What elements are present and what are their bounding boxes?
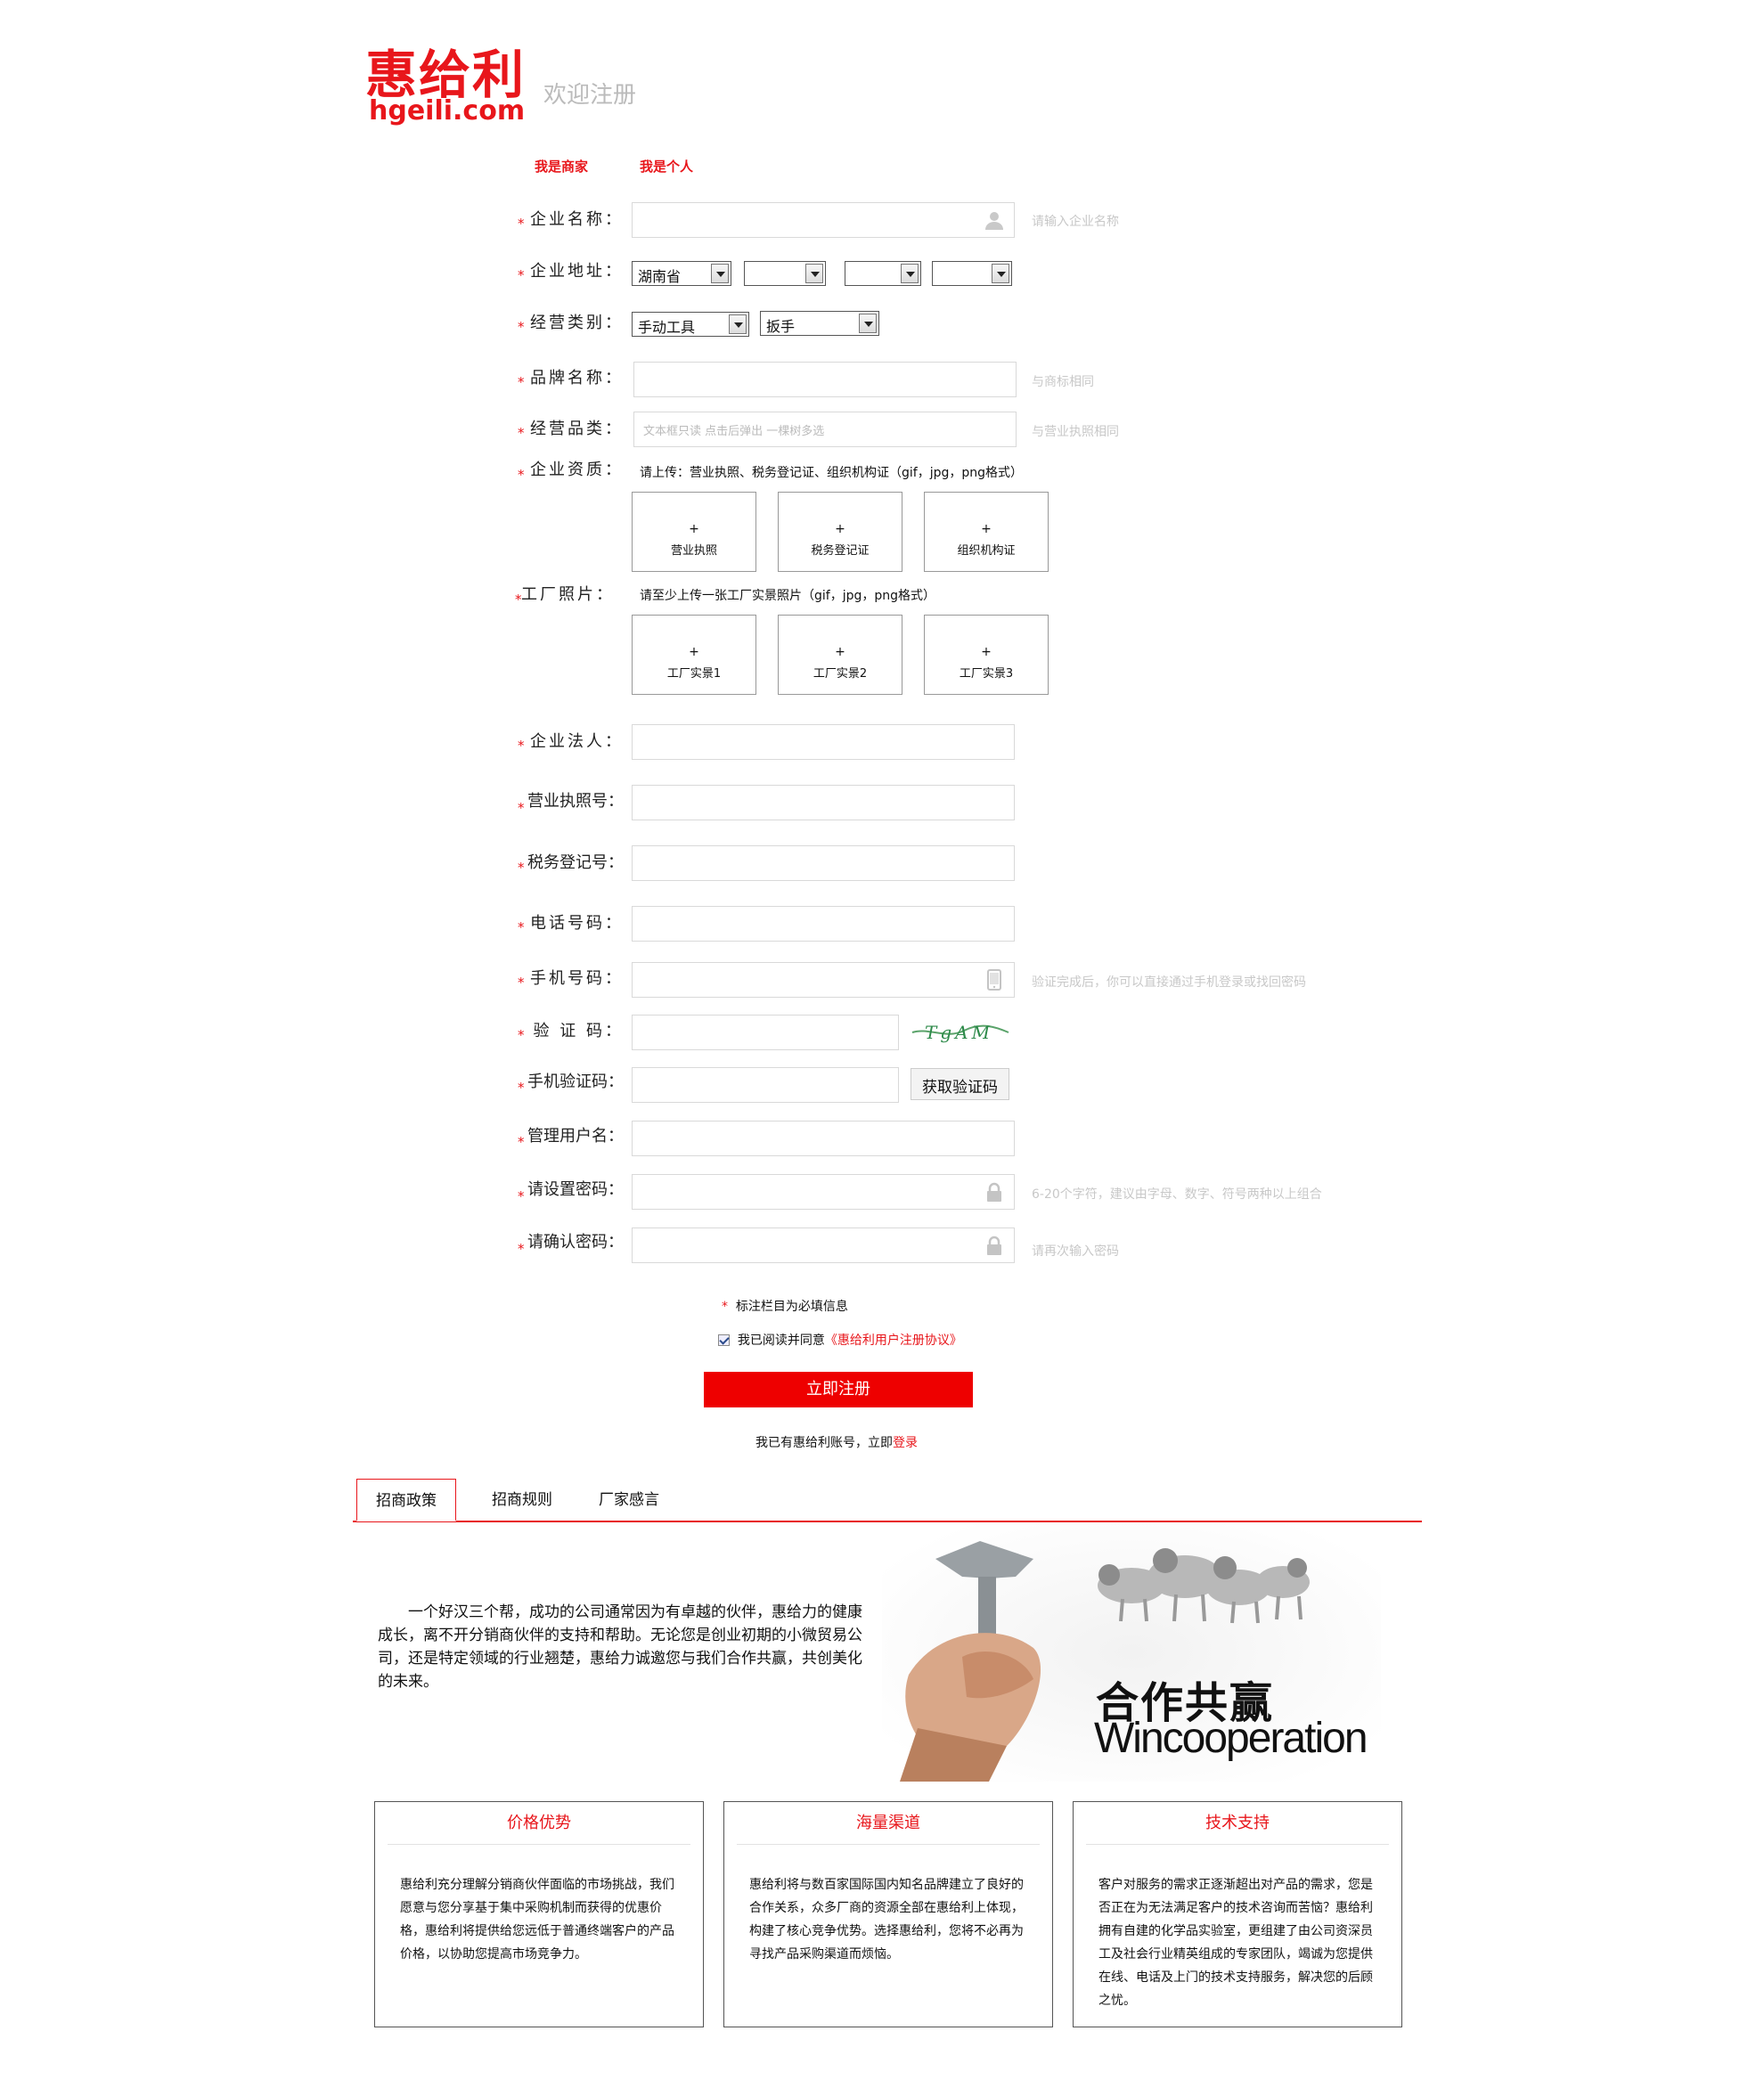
policy-intro: 一个好汉三个帮，成功的公司通常因为有卓越的伙伴，惠给力的健康成长，离不开分销商伙… [378, 1603, 862, 1691]
user-icon [985, 212, 1003, 230]
page-title: 欢迎注册 [543, 82, 637, 109]
upload-organization-code[interactable]: + 组织机构证 [924, 492, 1049, 572]
category-main-select[interactable]: 手动工具 [632, 312, 749, 337]
products-label: 经营品类： [530, 420, 624, 438]
mobile-phone-icon [987, 969, 1001, 991]
feature-title: 技术支持 [1086, 1802, 1389, 1845]
confirm-password-hint: 请再次输入密码 [1032, 1244, 1119, 1259]
required-note: * 标注栏目为必填信息 [722, 1300, 848, 1314]
company-name-label: 企业名称： [530, 210, 624, 229]
mobile-hint: 验证完成后，你可以直接通过手机登录或找回密码 [1032, 975, 1306, 990]
plus-icon: + [835, 522, 845, 536]
password-label: 请设置密码： [527, 1180, 624, 1199]
register-button[interactable]: 立即注册 [704, 1372, 973, 1407]
street-select[interactable] [932, 261, 1012, 286]
products-hint: 与营业执照相同 [1032, 425, 1119, 439]
feature-description: 惠给利充分理解分销商伙伴面临的市场挑战，我们愿意与您分享基于集中采购机制而获得的… [400, 1878, 674, 1962]
captcha-image[interactable]: TgAM [911, 1016, 1010, 1048]
province-select[interactable]: 湖南省 [632, 261, 731, 286]
plus-icon: + [689, 645, 699, 659]
captcha-text: TgAM [925, 1022, 993, 1043]
sms-code-label: 手机验证码： [527, 1073, 624, 1091]
category-label: 经营类别： [530, 314, 624, 332]
upload-factory-photo-1[interactable]: + 工厂实景1 [632, 615, 756, 695]
admin-user-label: 管理用户名： [527, 1127, 624, 1146]
agreement-row: 我已阅读并同意《惠给利用户注册协议》 [718, 1331, 962, 1349]
sms-code-input[interactable] [632, 1067, 899, 1103]
chevron-down-icon [901, 264, 919, 283]
chevron-down-icon [992, 264, 1009, 283]
tab-testimonials[interactable]: 厂家感言 [579, 1479, 679, 1521]
brand-label: 品牌名称： [530, 369, 624, 387]
upload-tax-certificate[interactable]: + 税务登记证 [778, 492, 902, 572]
brand-hint: 与商标相同 [1032, 375, 1094, 389]
company-name-input[interactable] [632, 202, 1015, 238]
category-sub-select[interactable]: 扳手 [760, 311, 879, 336]
login-prompt: 我已有惠给利账号，立即 [755, 1436, 893, 1450]
password-hint: 6-20个字符，建议由字母、数字、符号两种以上组合 [1032, 1187, 1322, 1202]
feature-channels: 海量渠道 惠给利将与数百家国际国内知名品牌建立了良好的合作关系，众多厂商的资源全… [723, 1801, 1053, 2027]
lock-icon [987, 1182, 1001, 1202]
upload-business-license[interactable]: + 营业执照 [632, 492, 756, 572]
address-label: 企业地址： [530, 262, 624, 281]
license-no-label: 营业执照号： [527, 792, 624, 811]
login-link[interactable]: 登录 [893, 1436, 918, 1450]
products-input[interactable]: 文本框只读 点击后弹出 一棵树多选 [633, 412, 1017, 447]
login-row: 我已有惠给利账号，立即登录 [755, 1433, 918, 1451]
confirm-password-input[interactable] [632, 1228, 1015, 1263]
upload-factory-photo-2[interactable]: + 工厂实景2 [778, 615, 902, 695]
agree-text: 我已阅读并同意 [737, 1334, 825, 1348]
phone-label: 电话号码： [530, 914, 624, 933]
logo-domain: hgeili.com [369, 95, 526, 126]
captcha-label: 验 证 码： [533, 1022, 624, 1040]
feature-price: 价格优势 惠给利充分理解分销商伙伴面临的市场挑战，我们愿意与您分享基于集中采购机… [374, 1801, 704, 2027]
feature-tech-support: 技术支持 客户对服务的需求正逐渐超出对产品的需求，您是否正在为无法满足客户的技术… [1073, 1801, 1402, 2027]
chevron-down-icon [711, 264, 729, 283]
plus-icon: + [981, 522, 992, 536]
district-select[interactable] [845, 261, 921, 286]
agreement-link[interactable]: 《惠给利用户注册协议》 [825, 1334, 962, 1348]
banner-title-en: Wincooperation [1094, 1715, 1368, 1762]
plus-icon: + [689, 522, 699, 536]
password-input[interactable] [632, 1174, 1015, 1210]
plus-icon: + [981, 645, 992, 659]
chevron-down-icon [805, 264, 823, 283]
legal-person-input[interactable] [632, 724, 1015, 760]
get-code-button[interactable]: 获取验证码 [911, 1068, 1009, 1100]
plus-icon: + [835, 645, 845, 659]
factory-photos-note: 请至少上传一张工厂实景照片（gif，jpg，png格式） [640, 589, 936, 603]
admin-user-input[interactable] [632, 1121, 1015, 1156]
confirm-password-label: 请确认密码： [527, 1233, 624, 1252]
chevron-down-icon [729, 314, 747, 334]
upload-factory-photo-3[interactable]: + 工厂实景3 [924, 615, 1049, 695]
license-no-input[interactable] [632, 785, 1015, 820]
mobile-label: 手机号码： [530, 969, 624, 988]
city-select[interactable] [744, 261, 826, 286]
feature-title: 价格优势 [388, 1802, 690, 1845]
feature-description: 惠给利将与数百家国际国内知名品牌建立了良好的合作关系，众多厂商的资源全部在惠给利… [749, 1878, 1024, 1962]
chevron-down-icon [859, 314, 877, 333]
company-name-hint: 请输入企业名称 [1032, 215, 1119, 229]
lock-icon [987, 1236, 1001, 1255]
feature-description: 客户对服务的需求正逐渐超出对产品的需求，您是否正在为无法满足客户的技术咨询而苦恼… [1098, 1878, 1373, 2008]
tab-merchant[interactable]: 我是商家 [535, 157, 588, 175]
tab-personal[interactable]: 我是个人 [640, 157, 693, 175]
tax-no-input[interactable] [632, 845, 1015, 881]
tab-rules[interactable]: 招商规则 [472, 1479, 572, 1521]
brand-input[interactable] [633, 362, 1017, 397]
feature-title: 海量渠道 [737, 1802, 1040, 1845]
phone-input[interactable] [632, 906, 1015, 942]
mobile-input[interactable] [632, 962, 1015, 998]
legal-person-label: 企业法人： [530, 732, 624, 751]
qualification-label: 企业资质： [530, 461, 624, 479]
captcha-input[interactable] [632, 1015, 899, 1050]
tab-policy[interactable]: 招商政策 [356, 1479, 456, 1521]
agree-checkbox[interactable] [718, 1334, 730, 1346]
tax-no-label: 税务登记号： [527, 853, 624, 872]
qualification-note: 请上传：营业执照、税务登记证、组织机构证（gif，jpg，png格式） [640, 466, 1024, 480]
factory-photos-label: 工厂照片： [521, 585, 615, 604]
